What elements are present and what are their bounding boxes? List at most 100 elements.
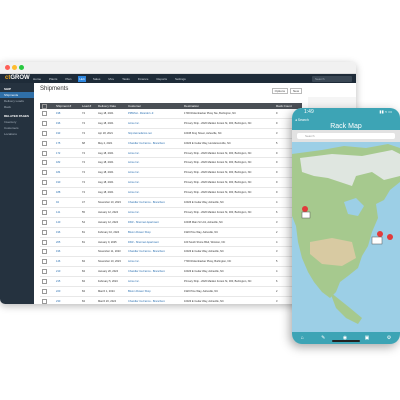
table-row[interactable]: 94 47 November 10, 2023 Chandler Ca Farms -… — [40, 197, 302, 208]
table-row[interactable]: 146 84 November 10, 2023 Acme Inc. 7700 Rick… — [40, 256, 302, 268]
table-row[interactable]: 215 84 February 5, 2024 Acme Inc. Primary Sh… — [40, 276, 302, 288]
table-cell: February 5, 2024 — [96, 276, 126, 288]
row-checkbox[interactable] — [42, 180, 47, 186]
table-row[interactable]: 196 74 Aug 18, 2021 Acme Inc. Primary Ship -… — [40, 118, 302, 129]
table-row[interactable]: 141 55 January 12, 2024 Acme Inc. Primary Sh… — [40, 207, 302, 218]
minimize-dot-icon[interactable] — [12, 65, 17, 70]
row-checkbox[interactable] — [42, 110, 47, 116]
table-row[interactable]: 205 81 January 9, 2025 DKR - Sherman Apartm… — [40, 237, 302, 248]
table-cell: 10023 E Cedar Way, Hendersonville, NC — [182, 138, 274, 149]
table-cell: Acme Inc. — [126, 157, 182, 169]
table-cell: Apr 18, 2021 — [96, 128, 126, 139]
nav-item-finance[interactable]: Finance — [137, 76, 150, 82]
table-row[interactable]: 188 74 Aug 18, 2021 Acme Inc. Primary Ship -… — [40, 187, 302, 199]
nav-item-plan[interactable]: Plan — [64, 76, 72, 82]
phone-tab-icon-4[interactable]: ⚙ — [387, 335, 391, 341]
row-checkbox[interactable] — [42, 170, 47, 176]
map-marker-east-2[interactable] — [387, 234, 393, 240]
table-row[interactable]: 175 68 May 2, 2021 Chandler Ca Farms - Bran… — [40, 138, 302, 149]
map-callout-west[interactable] — [301, 211, 311, 219]
row-checkbox[interactable] — [42, 199, 47, 205]
new-button[interactable]: New — [289, 88, 302, 94]
table-cell: 188 — [54, 187, 80, 199]
table-cell — [40, 138, 54, 149]
table-row[interactable]: 196 November 11, 2023 Chandler Ca Farms - … — [40, 246, 302, 258]
row-checkbox[interactable] — [42, 259, 47, 265]
table-row[interactable]: 182 74 Aug 18, 2021 Acme Inc. Primary Ship -… — [40, 157, 302, 169]
table-cell: 198 — [54, 109, 80, 119]
phone-header: ◂ Search Rack Map — [292, 118, 400, 130]
table-cell: Bloom Flower Shop — [126, 227, 182, 238]
table-row[interactable]: 230 84 March 20, 2024 Chandler Ca Farms - B… — [40, 296, 302, 304]
table-cell: Primary Ship - 2020 Maiden Forest St, 30… — [182, 187, 274, 199]
table-cell: 74 — [80, 167, 96, 179]
map-callout-east[interactable] — [371, 236, 383, 245]
nav-item-home[interactable]: Home — [32, 76, 42, 82]
nav-item-plants[interactable]: Plants — [48, 76, 58, 82]
row-checkbox[interactable] — [42, 190, 47, 196]
nav-item-settings[interactable]: Settings — [174, 76, 187, 82]
row-checkbox[interactable] — [42, 209, 47, 215]
row-checkbox[interactable] — [42, 140, 47, 146]
global-search-input[interactable]: Search — [312, 76, 352, 82]
table-cell: Aug 18, 2021 — [96, 177, 126, 189]
page-title: Shipments — [40, 86, 69, 92]
phone-tab-icon-0[interactable]: ⌂ — [301, 335, 304, 341]
row-checkbox[interactable] — [42, 239, 47, 245]
phone-tab-icon-1[interactable]: ✎ — [321, 335, 325, 341]
close-dot-icon[interactable] — [5, 65, 10, 70]
table-cell: 205 — [54, 237, 80, 248]
nav-item-reports[interactable]: Reports — [155, 76, 168, 82]
map-marker-west[interactable] — [302, 206, 308, 212]
table-cell: March 1, 2024 — [96, 286, 126, 297]
table-row[interactable]: 193 74 Apr 18, 2021 http://acmefarms.net 100… — [40, 128, 302, 139]
table-cell: January 20, 2024 — [96, 266, 126, 278]
row-checkbox[interactable] — [42, 288, 47, 294]
select-all-checkbox[interactable] — [42, 103, 47, 109]
table-row[interactable]: 140 54 January 12, 2024 DKR - Sherman Apart… — [40, 217, 302, 228]
map-marker-east-1[interactable] — [377, 231, 383, 237]
sidebar-item-locations[interactable]: Locations — [0, 131, 34, 137]
table-row[interactable]: 172 74 Aug 18, 2021 Acme Inc. Primary Ship -… — [40, 148, 302, 159]
table-row[interactable]: 210 84 January 20, 2024 Chandler Ca Farms -… — [40, 266, 302, 278]
row-checkbox[interactable] — [42, 150, 47, 156]
app-logo[interactable]: ctGROW — [5, 75, 30, 81]
nav-item-mov[interactable]: Mov — [107, 76, 115, 82]
table-row[interactable]: 198 74 Aug 18, 2021 PRWSH - Ricardo's Jr. 17… — [40, 109, 302, 119]
table-row[interactable]: 190 74 Aug 18, 2021 Acme Inc. Primary Ship -… — [40, 177, 302, 189]
row-checkbox[interactable] — [42, 229, 47, 235]
table-cell: Acme Inc. — [126, 187, 182, 199]
table-row[interactable]: 220 84 March 1, 2024 Bloom Flower Shop 1920 … — [40, 286, 302, 297]
row-checkbox[interactable] — [42, 298, 47, 304]
row-checkbox[interactable] — [42, 120, 47, 126]
table-cell: 141 — [54, 207, 80, 218]
row-checkbox[interactable] — [42, 269, 47, 275]
table-row[interactable]: 196 81 February 10, 2024 Bloom Flower Shop 1… — [40, 227, 302, 238]
row-checkbox[interactable] — [42, 130, 47, 136]
phone-search-input[interactable]: Search — [297, 133, 395, 139]
table-cell: Aug 18, 2021 — [96, 148, 126, 159]
table-cell: Primary Ship - 2020 Maiden Forest St, 30… — [182, 177, 274, 189]
table-cell: 54 — [80, 217, 96, 228]
nav-item-sales[interactable]: Sales — [92, 76, 102, 82]
options-button[interactable]: Options — [271, 88, 288, 94]
phone-tab-icon-3[interactable]: ▣ — [365, 335, 370, 341]
table-cell — [40, 148, 54, 159]
table-cell: 84 — [80, 276, 96, 288]
row-checkbox[interactable] — [42, 160, 47, 166]
table-row[interactable]: 184 74 Aug 18, 2021 Acme Inc. Primary Ship -… — [40, 167, 302, 179]
map-view[interactable] — [292, 142, 400, 332]
nav-item-tasks[interactable]: Tasks — [121, 76, 131, 82]
table-cell: Chandler Ca Farms - Branchero — [126, 138, 182, 149]
table-cell: 10023 E Cedar Way, Asheville, NC — [182, 296, 274, 304]
nav-item-hub[interactable]: Hub — [78, 76, 86, 82]
table-cell: 146 — [54, 256, 80, 268]
row-checkbox[interactable] — [42, 249, 47, 255]
maximize-dot-icon[interactable] — [19, 65, 24, 70]
table-cell: Acme Inc. — [126, 167, 182, 179]
table-cell — [40, 118, 54, 129]
row-checkbox[interactable] — [42, 279, 47, 285]
row-checkbox[interactable] — [42, 219, 47, 225]
sidebar-item-rack[interactable]: Rack — [0, 104, 34, 110]
table-cell: 220 — [54, 286, 80, 297]
